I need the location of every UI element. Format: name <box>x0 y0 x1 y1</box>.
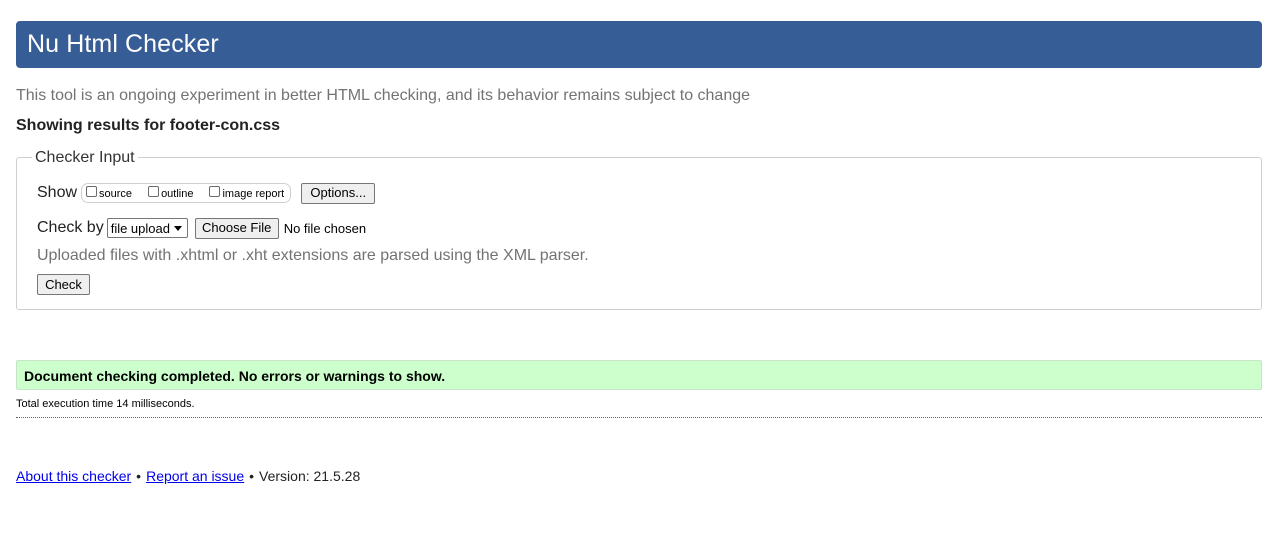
divider <box>16 417 1262 418</box>
report-issue-link[interactable]: Report an issue <box>146 468 244 484</box>
page-title: Nu Html Checker <box>27 30 219 58</box>
image-report-checkbox[interactable] <box>209 186 221 197</box>
outline-checkbox-label: outline <box>161 188 194 200</box>
check-by-row: Check by file upload Choose File No file… <box>37 217 366 239</box>
check-by-select[interactable]: file upload <box>106 218 188 238</box>
checker-input-fieldset: Checker Input Show source outline image … <box>16 149 1262 310</box>
footer: About this checker • Report an issue • V… <box>16 468 360 484</box>
no-file-chosen-text: No file chosen <box>283 220 367 236</box>
parser-note: Uploaded files with .xhtml or .xht exten… <box>37 247 589 264</box>
show-outline-option[interactable]: outline <box>148 186 193 200</box>
success-message: Document checking completed. No errors o… <box>24 368 446 384</box>
footer-separator: • <box>136 468 142 484</box>
outline-checkbox[interactable] <box>148 186 160 197</box>
options-button[interactable]: Options... <box>301 182 376 204</box>
check-button[interactable]: Check <box>37 274 90 295</box>
show-options-group: source outline image report <box>81 183 292 203</box>
source-checkbox-label: source <box>99 188 133 200</box>
show-label: Show <box>37 184 78 201</box>
checker-input-legend: Checker Input <box>32 149 138 167</box>
subtitle-text: This tool is an ongoing experiment in be… <box>16 87 751 104</box>
show-image-report-option[interactable]: image report <box>209 186 284 200</box>
chevron-down-icon <box>173 225 182 231</box>
version-text: Version: 21.5.28 <box>259 468 361 484</box>
show-source-option[interactable]: source <box>86 186 132 200</box>
success-message-box: Document checking completed. No errors o… <box>16 360 1262 390</box>
footer-separator: • <box>249 468 255 484</box>
source-checkbox[interactable] <box>86 186 98 197</box>
check-by-selected-value: file upload <box>110 220 170 236</box>
about-checker-link[interactable]: About this checker <box>16 468 131 484</box>
check-by-label: Check by <box>37 219 104 236</box>
image-report-checkbox-label: image report <box>222 188 285 200</box>
header-bar: Nu Html Checker <box>16 21 1262 68</box>
page: Nu Html Checker This tool is an ongoing … <box>0 0 1287 537</box>
show-row: Show source outline image report Options… <box>37 182 376 204</box>
choose-file-button[interactable]: Choose File <box>194 217 279 239</box>
execution-time: Total execution time 14 milliseconds. <box>16 398 195 410</box>
results-heading: Showing results for footer-con.css <box>16 117 281 134</box>
